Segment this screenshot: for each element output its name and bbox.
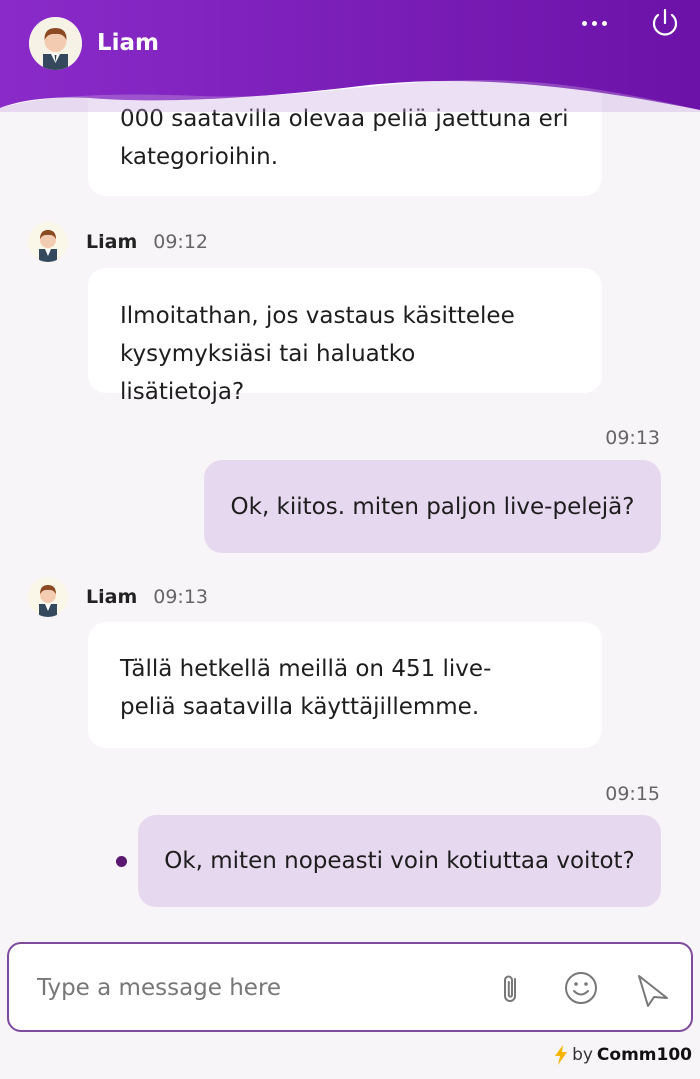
sender-name: Liam xyxy=(86,586,138,608)
message-list: 000 saatavilla olevaa peliä jaettuna eri… xyxy=(0,0,700,935)
sending-status-dot xyxy=(116,856,127,867)
dot xyxy=(601,20,607,26)
powered-by-label: by xyxy=(572,1045,593,1065)
power-icon[interactable] xyxy=(647,5,683,41)
message-time: 09:15 xyxy=(605,783,660,805)
message-time: 09:13 xyxy=(153,586,209,608)
agent-avatar xyxy=(29,17,82,70)
message-text: Ilmoitathan, jos vastaus käsittelee kysy… xyxy=(120,303,515,405)
message-time: 09:13 xyxy=(605,427,660,449)
dot xyxy=(591,20,597,26)
more-options-button[interactable] xyxy=(576,12,612,34)
agent-avatar xyxy=(28,222,68,262)
lightning-icon xyxy=(555,1045,568,1065)
dot xyxy=(581,20,587,26)
sender-name: Liam xyxy=(86,231,138,253)
sender-row: Liam 09:12 xyxy=(28,222,208,262)
message-text: Ok, kiitos. miten paljon live-pelejä? xyxy=(230,493,635,520)
user-message-bubble: Ok, kiitos. miten paljon live-pelejä? xyxy=(204,460,661,553)
send-icon[interactable] xyxy=(633,968,673,1008)
powered-by[interactable]: by Comm100 xyxy=(554,1045,692,1065)
agent-avatar xyxy=(28,577,68,617)
message-time: 09:12 xyxy=(153,231,209,253)
chat-header: Liam xyxy=(0,0,700,112)
message-text: Ok, miten nopeasti voin kotiuttaa voitot… xyxy=(164,848,635,874)
brand-name: Comm100 xyxy=(596,1045,692,1065)
sender-row: Liam 09:13 xyxy=(28,577,208,617)
message-text-line: kategorioihin. xyxy=(120,144,279,170)
message-text: Tällä hetkellä meillä on 451 live-peliä … xyxy=(120,656,492,720)
agent-name: Liam xyxy=(97,30,160,56)
paperclip-icon[interactable] xyxy=(491,968,531,1008)
message-input[interactable] xyxy=(37,968,467,1008)
message-composer xyxy=(7,942,693,1032)
smiley-icon[interactable] xyxy=(561,968,601,1008)
agent-message-bubble: Ilmoitathan, jos vastaus käsittelee kysy… xyxy=(88,268,602,405)
agent-message-bubble: Tällä hetkellä meillä on 451 live-peliä … xyxy=(88,622,602,748)
user-message-bubble: Ok, miten nopeasti voin kotiuttaa voitot… xyxy=(138,815,661,907)
